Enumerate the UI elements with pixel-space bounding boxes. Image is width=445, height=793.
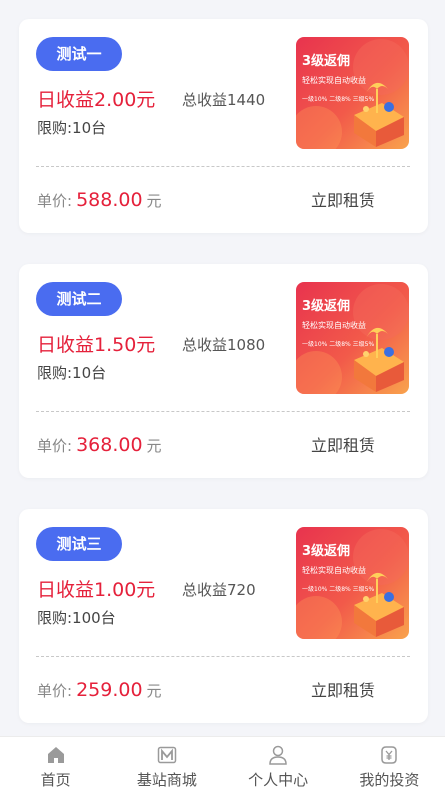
tab-home[interactable]: 首页 (0, 737, 111, 793)
rent-now-button[interactable]: 立即租赁 (295, 185, 391, 217)
price-value: 588.00 (76, 189, 143, 211)
image-tiers: 一级10% 二级8% 三级5% (302, 340, 374, 348)
image-subline: 轻松实现自动收益 (302, 75, 366, 85)
image-headline: 3级返佣 (302, 298, 350, 314)
image-subline: 轻松实现自动收益 (302, 320, 366, 330)
image-headline: 3级返佣 (302, 543, 350, 559)
image-tiers: 一级10% 二级8% 三级5% (302, 585, 374, 593)
rent-now-button[interactable]: 立即租赁 (295, 430, 391, 462)
product-image: 3级返佣 轻松实现自动收益 一级10% 二级8% 三级5% (296, 282, 409, 394)
tab-label: 我的投资 (359, 771, 420, 789)
price-value: 368.00 (76, 434, 143, 456)
total-income: 总收益1440 (182, 91, 266, 109)
total-income: 总收益720 (182, 581, 256, 599)
bottom-tab-bar: 首页 基站商城 个人中心 我的投资 (0, 736, 445, 793)
image-tiers: 一级10% 二级8% 三级5% (302, 95, 374, 103)
tab-label: 基站商城 (136, 771, 197, 789)
price-unit: 元 (146, 437, 162, 455)
purchase-limit: 限购:10台 (37, 364, 107, 382)
daily-income: 日收益1.50元 (37, 334, 156, 356)
tab-label: 个人中心 (248, 771, 309, 789)
home-icon (47, 747, 64, 763)
price-row: 单价: 588.00 元 (37, 189, 162, 211)
product-name-badge: 测试三 (36, 527, 122, 561)
price-value: 259.00 (76, 679, 143, 701)
user-icon (269, 745, 287, 765)
daily-income: 日收益2.00元 (37, 89, 156, 111)
purchase-limit: 限购:100台 (37, 609, 116, 627)
product-card: 测试三 日收益1.00元 总收益720 限购:100台 3级返佣 轻松实现自动收… (19, 509, 428, 723)
product-name-badge: 测试一 (36, 37, 122, 71)
total-income: 总收益1080 (182, 336, 266, 354)
tab-profile[interactable]: 个人中心 (223, 737, 334, 793)
daily-income: 日收益1.00元 (37, 579, 156, 601)
tab-label: 首页 (40, 771, 71, 789)
price-row: 单价: 259.00 元 (37, 679, 162, 701)
image-headline: 3级返佣 (302, 53, 350, 69)
price-label: 单价: (37, 682, 73, 700)
price-unit: 元 (146, 682, 162, 700)
investment-icon (381, 746, 398, 764)
product-name-badge: 测试二 (36, 282, 122, 316)
mall-icon (157, 746, 177, 764)
divider (36, 411, 410, 412)
purchase-limit: 限购:10台 (37, 119, 107, 137)
divider (36, 656, 410, 657)
price-unit: 元 (146, 192, 162, 210)
product-card: 测试一 日收益2.00元 总收益1440 限购:10台 3级返佣 轻松实现自动收… (19, 19, 428, 233)
tab-investment[interactable]: 我的投资 (334, 737, 445, 793)
tab-mall[interactable]: 基站商城 (111, 737, 222, 793)
product-card: 测试二 日收益1.50元 总收益1080 限购:10台 3级返佣 轻松实现自动收… (19, 264, 428, 478)
image-subline: 轻松实现自动收益 (302, 565, 366, 575)
price-label: 单价: (37, 437, 73, 455)
price-label: 单价: (37, 192, 73, 210)
rent-now-button[interactable]: 立即租赁 (295, 675, 391, 707)
divider (36, 166, 410, 167)
product-image: 3级返佣 轻松实现自动收益 一级10% 二级8% 三级5% (296, 527, 409, 639)
price-row: 单价: 368.00 元 (37, 434, 162, 456)
product-image: 3级返佣 轻松实现自动收益 一级10% 二级8% 三级5% (296, 37, 409, 149)
